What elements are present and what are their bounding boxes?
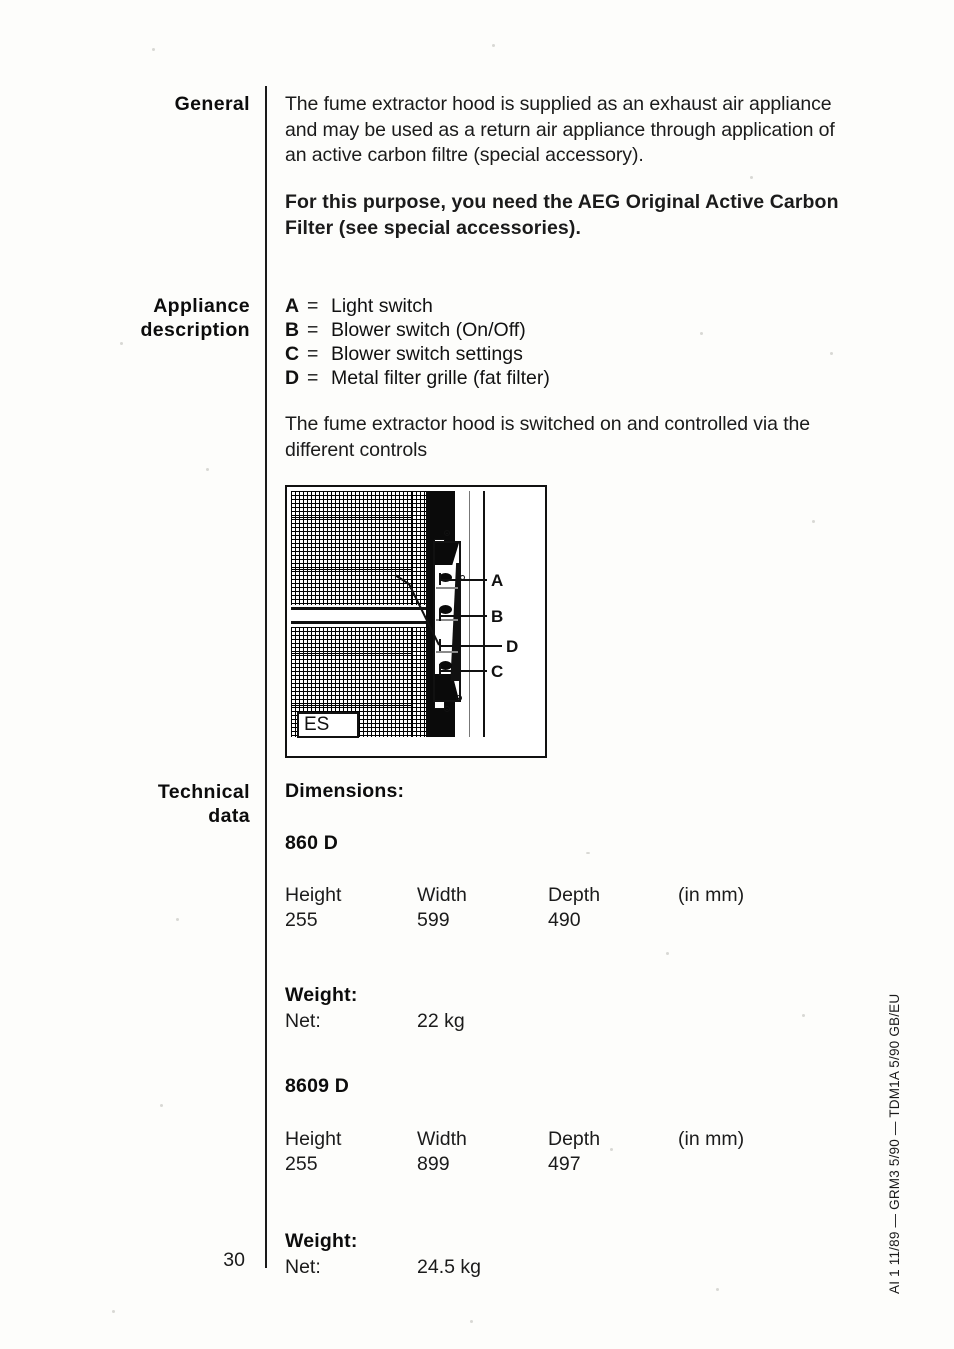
weight-value-net: 22 kg (417, 1010, 465, 1032)
column-header-width: Width (417, 1128, 467, 1150)
screw-icon (444, 706, 450, 712)
weight-label-net: Net: (285, 1010, 321, 1032)
list-item: A = Light switch (285, 294, 550, 318)
figure-callout-c: C (491, 662, 504, 681)
filter-grille-mesh-edge-upper (412, 491, 426, 605)
cell-height: 255 (285, 909, 318, 931)
screw-icon (444, 530, 450, 536)
control-panel-top-wedge (435, 543, 459, 565)
column-header-depth: Depth (548, 1128, 601, 1150)
model-name-8609d: 8609 D (285, 1075, 350, 1097)
legend-key: C (285, 343, 300, 365)
cell-height: 255 (285, 1153, 318, 1175)
column-header-unit: (in mm) (678, 884, 745, 906)
section-label-line1: Technical (157, 781, 250, 803)
list-item: B = Blower switch (On/Off) (285, 318, 550, 342)
legend-equals: = (307, 295, 319, 317)
callout-leader-a-cap (439, 573, 441, 585)
figure-callout-d: D (506, 637, 519, 656)
legend-value: Blower switch (On/Off) (331, 319, 526, 341)
page-number: 30 (223, 1249, 245, 1271)
legend-key: D (285, 367, 300, 389)
appliance-diagram: A B D C ES (285, 485, 547, 758)
column-header-unit: (in mm) (678, 1128, 745, 1150)
section-label-technical-data: Technical data (50, 780, 250, 828)
control-panel-strip (433, 541, 461, 702)
general-paragraph: The fume extractor hood is supplied as a… (285, 93, 835, 166)
weight-label-net: Net: (285, 1256, 321, 1278)
section-label-line1: Appliance (153, 295, 250, 317)
screw-icon (456, 695, 462, 701)
callout-leader-d-cap (439, 639, 441, 651)
legend-equals: = (307, 343, 319, 365)
section-label-line2: data (208, 805, 250, 827)
cell-depth: 490 (548, 909, 581, 931)
cell-depth: 497 (548, 1153, 581, 1175)
model-name-860d: 860 D (285, 832, 339, 854)
appliance-description-paragraph: The fume extractor hood is switched on a… (285, 413, 811, 461)
column-header-width: Width (417, 884, 467, 906)
section-label-appliance-description: Appliance description (50, 294, 250, 342)
figure-callout-a: A (491, 571, 504, 590)
column-header-height: Height (285, 1128, 342, 1150)
section-label-line2: description (140, 319, 250, 341)
control-panel-separator (436, 587, 458, 589)
callout-leader-c (439, 670, 487, 672)
filter-grille-mesh-edge-lower (412, 627, 426, 737)
callout-leader-b (439, 615, 487, 617)
column-header-depth: Depth (548, 884, 601, 906)
callout-leader-d (439, 645, 502, 647)
legend-key: A (285, 295, 300, 317)
figure-callout-b: B (491, 607, 504, 626)
column-divider-rule (265, 86, 267, 1268)
callout-leader-b-cap (439, 609, 441, 621)
section-label-general: General (174, 93, 250, 115)
dimensions-heading: Dimensions: (285, 780, 405, 802)
weight-value-net: 24.5 kg (417, 1256, 481, 1278)
document-page: General The fume extractor hood is suppl… (0, 0, 954, 1349)
list-item: C = Blower switch settings (285, 342, 550, 366)
hood-edge-line-inner (469, 491, 470, 737)
hood-edge-line-outer (483, 491, 485, 737)
legend-value: Metal filter grille (fat filter) (331, 367, 550, 389)
legend-value: Light switch (331, 295, 433, 317)
general-bold-paragraph: For this purpose, you need the AEG Origi… (285, 191, 839, 239)
cell-width: 899 (417, 1153, 450, 1175)
legend-key: B (285, 319, 300, 341)
control-legend-list: A = Light switch B = Blower switch (On/O… (285, 294, 550, 390)
weight-heading-8609d: Weight: (285, 1230, 358, 1252)
legend-equals: = (307, 319, 319, 341)
legend-value: Blower switch settings (331, 343, 523, 365)
legend-equals: = (307, 367, 319, 389)
cell-width: 599 (417, 909, 450, 931)
filter-grille-mesh-upper (291, 491, 412, 605)
weight-heading-860d: Weight: (285, 984, 358, 1006)
list-item: D = Metal filter grille (fat filter) (285, 366, 550, 390)
callout-leader-c-cap (439, 664, 441, 676)
hood-seam (291, 605, 426, 627)
callout-leader-a (439, 579, 487, 581)
column-header-height: Height (285, 884, 342, 906)
margin-print-code: AI 1 11/89 — GRM3 5/90 — TDM1A 5/90 GB/E… (887, 993, 902, 1294)
figure-badge-es: ES (297, 712, 359, 738)
control-panel-separator (436, 651, 458, 653)
